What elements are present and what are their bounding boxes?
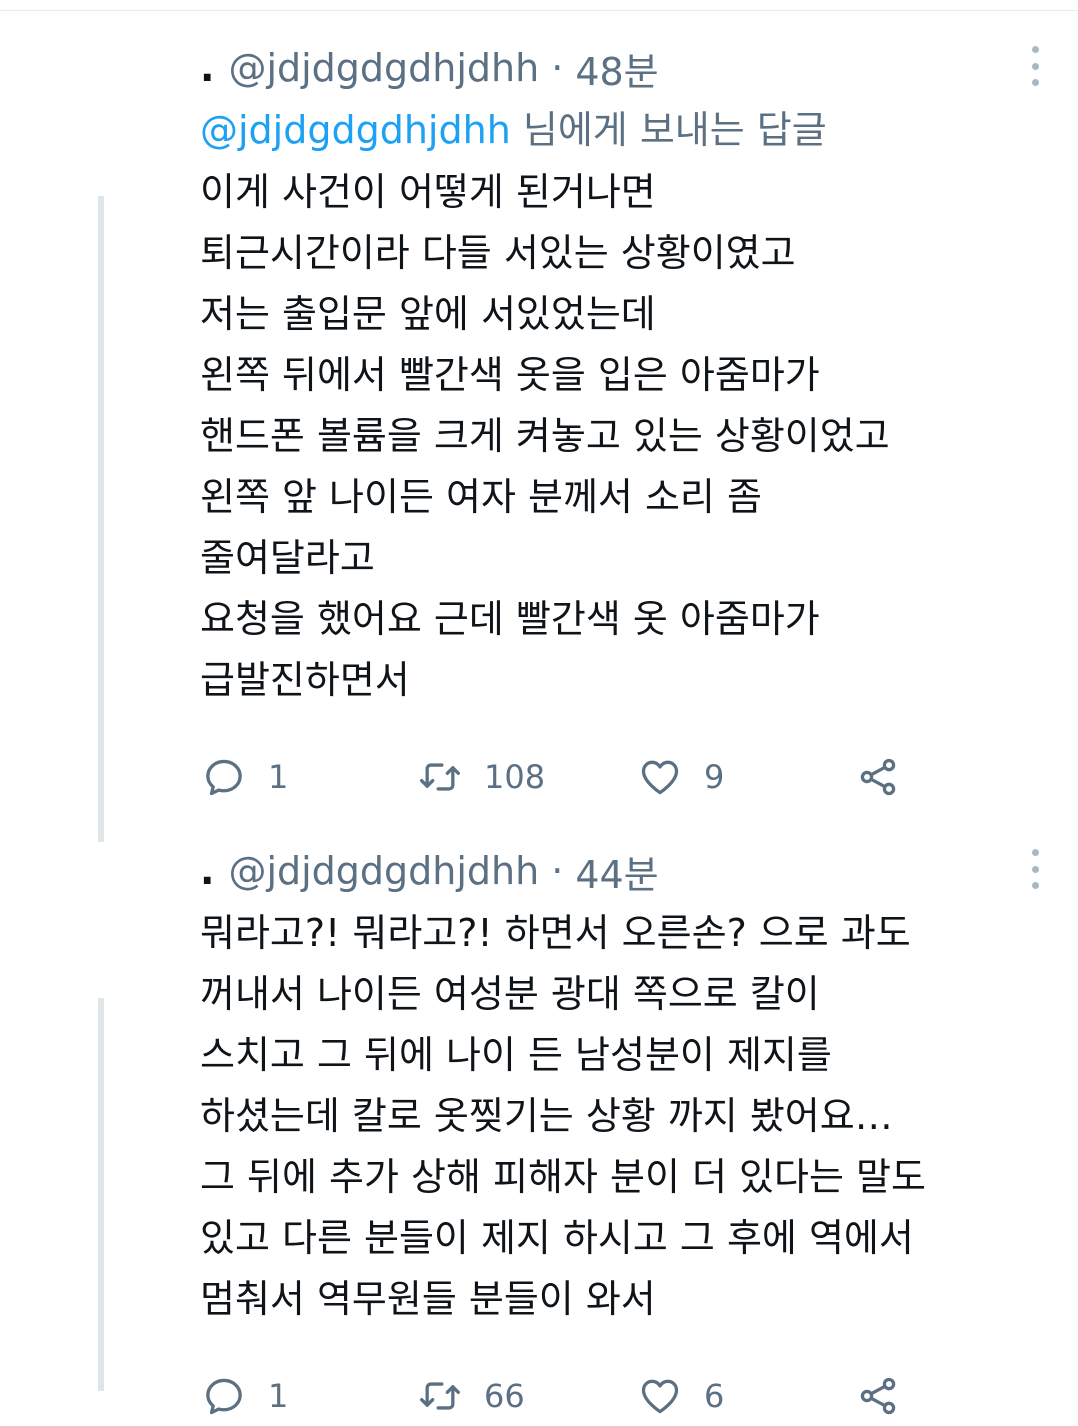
like-count: 9 bbox=[704, 758, 725, 796]
heart-icon bbox=[641, 1379, 679, 1414]
retweet-count: 66 bbox=[484, 1377, 525, 1415]
reply-button[interactable]: 1 bbox=[202, 1366, 288, 1426]
tweet-text: 뭐라고?! 뭐라고?! 하면서 오른손? 으로 과도 꺼내서 나이든 여성분 광… bbox=[200, 911, 926, 1321]
tweet-actions: 1 66 6 bbox=[200, 1366, 1040, 1426]
reply-button[interactable]: 1 bbox=[202, 747, 288, 807]
reply-icon bbox=[206, 1378, 242, 1415]
display-name[interactable]: . bbox=[200, 849, 214, 893]
reply-icon bbox=[206, 759, 242, 796]
heart-icon bbox=[641, 760, 679, 795]
share-button[interactable] bbox=[856, 747, 900, 807]
tweet-timestamp[interactable]: 48분 bbox=[575, 41, 658, 96]
tweet-timestamp[interactable]: 44분 bbox=[575, 844, 658, 899]
share-button[interactable] bbox=[856, 1366, 900, 1426]
retweet-button[interactable]: 108 bbox=[418, 747, 545, 807]
tweet-header: . @jdjdgdgdhjdhh · 44분 bbox=[200, 843, 1040, 899]
share-icon bbox=[860, 758, 896, 796]
reply-count: 1 bbox=[268, 1377, 289, 1415]
tweet-text: 이게 사건이 어떻게 된거나면 퇴근시간이라 다들 서있는 상황이였고 저는 출… bbox=[200, 170, 890, 702]
thread-connector-line bbox=[98, 196, 104, 842]
retweet-count: 108 bbox=[484, 758, 546, 796]
retweet-icon bbox=[420, 763, 460, 791]
reply-count: 1 bbox=[268, 758, 289, 796]
tweet-actions: 1 108 9 bbox=[200, 747, 1040, 807]
separator: · bbox=[551, 46, 564, 90]
retweet-icon bbox=[420, 1382, 460, 1410]
share-icon bbox=[860, 1377, 896, 1415]
tweet[interactable]: . @jdjdgdgdhjdhh · 48분 @jdjdgdgdhjdhh 님에… bbox=[200, 40, 1040, 807]
like-button[interactable]: 6 bbox=[638, 1366, 724, 1426]
thread-connector-line bbox=[98, 998, 104, 1391]
tweet-header: . @jdjdgdgdhjdhh · 48분 bbox=[200, 40, 1040, 96]
display-name[interactable]: . bbox=[200, 46, 214, 90]
tweet[interactable]: . @jdjdgdgdhjdhh · 44분 뭐라고?! 뭐라고?! 하면서 오… bbox=[200, 843, 1040, 1426]
retweet-button[interactable]: 66 bbox=[418, 1366, 525, 1426]
user-handle[interactable]: @jdjdgdgdhjdhh bbox=[228, 849, 539, 893]
reply-to-suffix: 님에게 보내는 답글 bbox=[510, 108, 827, 152]
reply-to-handle[interactable]: @jdjdgdgdhjdhh bbox=[200, 108, 511, 152]
user-handle[interactable]: @jdjdgdgdhjdhh bbox=[228, 46, 539, 90]
separator: · bbox=[551, 849, 564, 893]
more-icon[interactable] bbox=[1028, 46, 1042, 86]
more-icon[interactable] bbox=[1028, 849, 1042, 889]
like-button[interactable]: 9 bbox=[638, 747, 724, 807]
like-count: 6 bbox=[704, 1377, 725, 1415]
reply-context: @jdjdgdgdhjdhh 님에게 보내는 답글 bbox=[200, 100, 1040, 160]
top-divider bbox=[0, 10, 1078, 11]
